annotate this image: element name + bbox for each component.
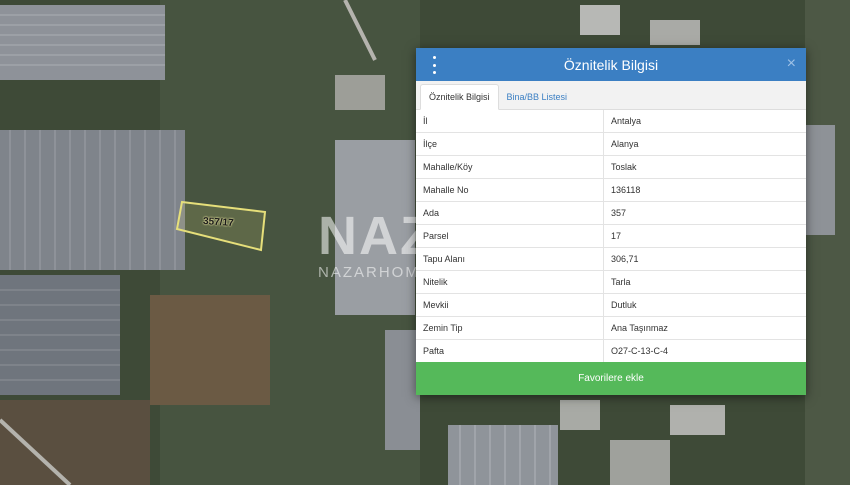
tab-building-list[interactable]: Bina/BB Listesi <box>499 85 576 109</box>
attribute-value: 357 <box>603 201 806 225</box>
table-row: Pafta O27-C-13-C-4 <box>416 339 806 363</box>
dialog-tabs: Öznitelik Bilgisi Bina/BB Listesi <box>416 81 806 110</box>
table-row: İl Antalya <box>416 110 806 133</box>
attribute-value: 306,71 <box>603 247 806 271</box>
parcel-label: 357/17 <box>202 215 234 230</box>
attribute-key: Tapu Alanı <box>416 247 604 271</box>
attribute-table: İl Antalya İlçe Alanya Mahalle/Köy Toslak Maha… <box>416 110 806 363</box>
attribute-key: Parsel <box>416 224 604 248</box>
table-row: Mevkii Dutluk <box>416 293 806 317</box>
attribute-key: Nitelik <box>416 270 604 294</box>
attribute-value: Antalya <box>603 110 806 133</box>
close-icon[interactable]: × <box>787 55 796 73</box>
attribute-value: Toslak <box>603 155 806 179</box>
table-row: Mahalle No 136118 <box>416 178 806 202</box>
table-row: Parsel 17 <box>416 224 806 248</box>
attribute-key: İlçe <box>416 132 604 156</box>
table-row: Tapu Alanı 306,71 <box>416 247 806 271</box>
attribute-value: Ana Taşınmaz <box>603 316 806 340</box>
table-row: Mahalle/Köy Toslak <box>416 155 806 179</box>
attribute-key: Mevkii <box>416 293 604 317</box>
attribute-key: Ada <box>416 201 604 225</box>
attribute-key: Pafta <box>416 339 604 363</box>
attribute-value: Tarla <box>603 270 806 294</box>
dialog-header: Öznitelik Bilgisi × <box>416 48 806 81</box>
attribute-value: Alanya <box>603 132 806 156</box>
dialog-title: Öznitelik Bilgisi <box>563 56 659 73</box>
table-row: İlçe Alanya <box>416 132 806 156</box>
add-to-favorites-button[interactable]: Favorilere ekle <box>416 362 806 395</box>
attribute-value: Dutluk <box>603 293 806 317</box>
attribute-key: Mahalle/Köy <box>416 155 604 179</box>
attribute-key: Mahalle No <box>416 178 604 202</box>
table-row: Zemin Tip Ana Taşınmaz <box>416 316 806 340</box>
attribute-value: 17 <box>603 224 806 248</box>
table-row: Ada 357 <box>416 201 806 225</box>
attribute-key: Zemin Tip <box>416 316 604 340</box>
attribute-info-dialog: Öznitelik Bilgisi × Öznitelik Bilgisi Bi… <box>416 48 806 395</box>
tab-attribute-info[interactable]: Öznitelik Bilgisi <box>420 84 499 110</box>
attribute-value: 136118 <box>603 178 806 202</box>
table-row: Nitelik Tarla <box>416 270 806 294</box>
attribute-key: İl <box>416 110 604 133</box>
menu-kebab-icon[interactable] <box>428 56 440 74</box>
attribute-value: O27-C-13-C-4 <box>603 339 806 363</box>
